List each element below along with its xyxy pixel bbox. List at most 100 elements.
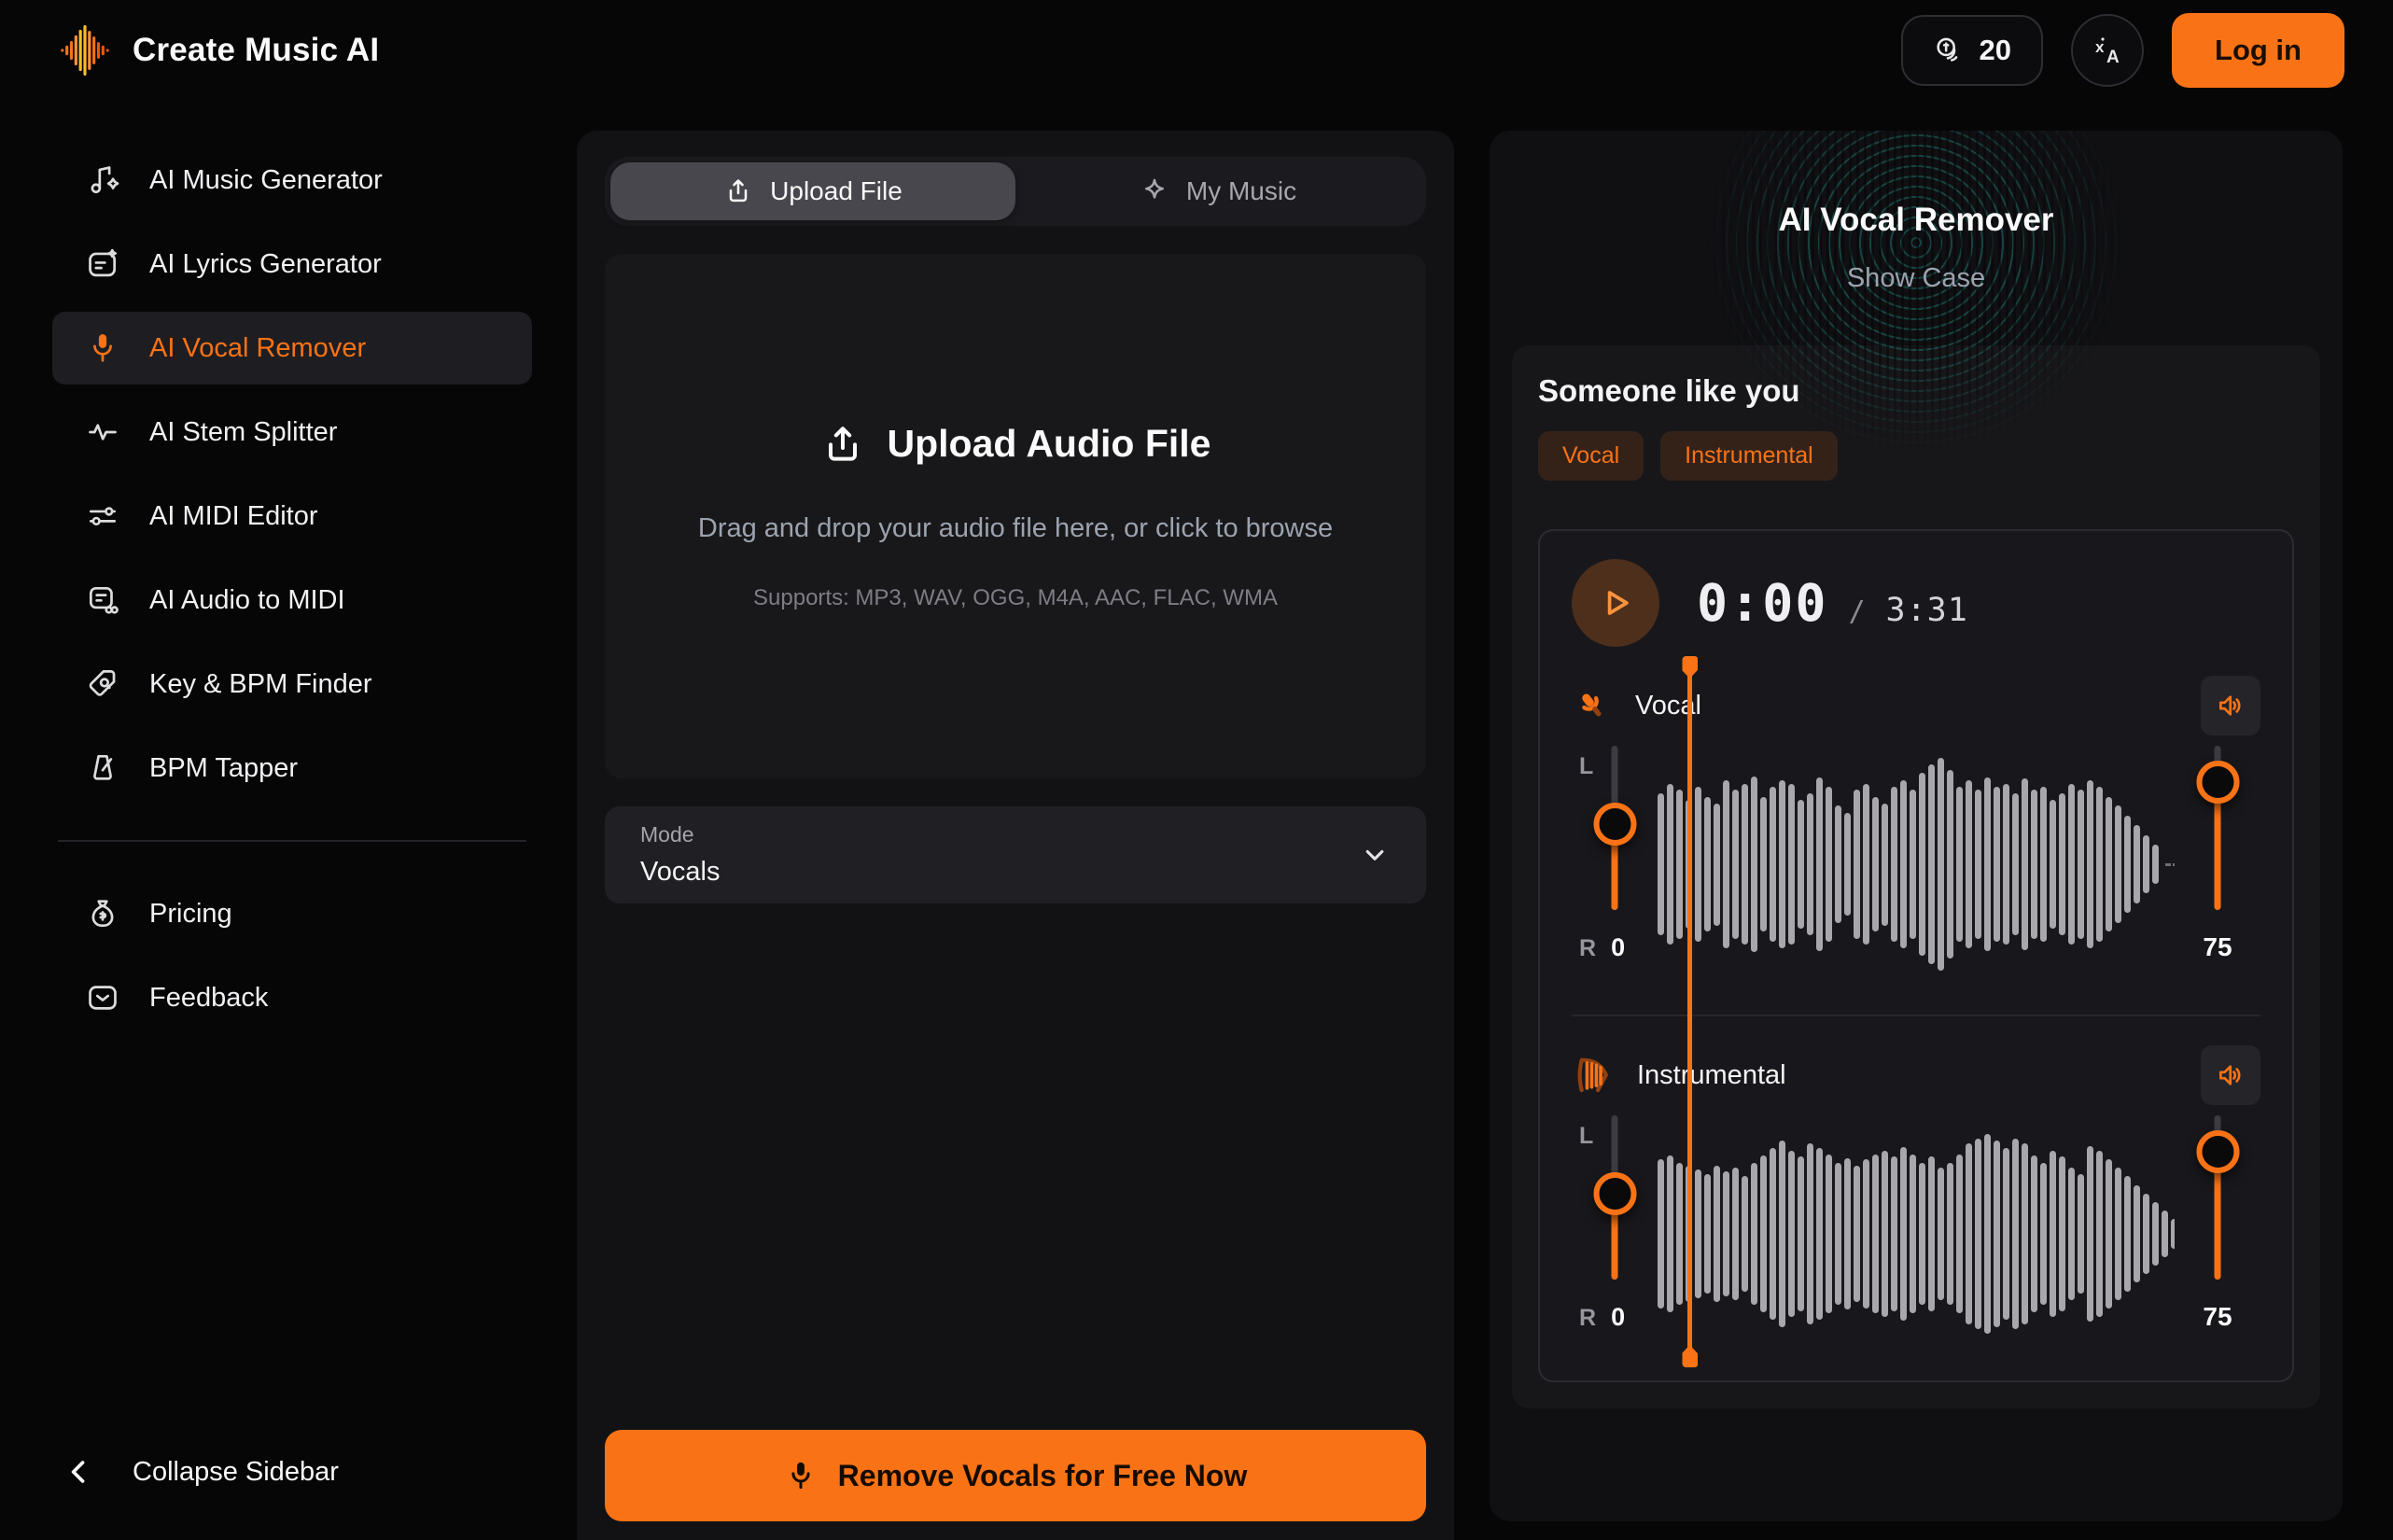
upload-audio-icon: [820, 422, 865, 467]
coins-icon: [1933, 35, 1965, 66]
login-button[interactable]: Log in: [2172, 13, 2344, 88]
vocal-volume-button[interactable]: [2201, 676, 2260, 735]
track-vocal-body: L R 0: [1572, 742, 2260, 987]
tab-upload-file[interactable]: Upload File: [610, 162, 1015, 220]
mode-texts: Mode Vocals: [640, 822, 720, 888]
sidebar-item-label: AI Music Generator: [149, 165, 383, 196]
sidebar-item-label: AI MIDI Editor: [149, 501, 318, 532]
microphone-icon: [84, 329, 121, 367]
total-duration: 3:31: [1886, 592, 1968, 629]
pulse-icon: [84, 413, 121, 451]
ripple-graphic: [1692, 131, 2140, 467]
money-bag-icon: [84, 895, 121, 932]
music-note-icon: [84, 161, 121, 199]
balance-left-label: L: [1579, 753, 1593, 780]
upload-panel: Upload File My Music Upload Audio File D…: [577, 131, 1454, 1540]
play-button[interactable]: [1572, 559, 1659, 647]
svg-text:A: A: [2106, 48, 2120, 67]
volume-slider-track[interactable]: [2215, 1115, 2221, 1280]
track-instrumental-body: L R 0: [1572, 1112, 2260, 1356]
sidebar-item-midi-editor[interactable]: AI MIDI Editor: [52, 480, 532, 553]
balance-left-label: L: [1579, 1123, 1593, 1150]
credits-pill[interactable]: 20: [1901, 15, 2043, 86]
instrumental-waveform: [1658, 1112, 2175, 1356]
balance-slider-track[interactable]: [1612, 1115, 1618, 1280]
track-vocal: Vocal L: [1572, 677, 2260, 987]
vocal-volume-slider[interactable]: 75: [2175, 742, 2260, 987]
lyrics-icon: [84, 245, 121, 283]
audio-to-midi-icon: [84, 581, 121, 619]
brand-name: Create Music AI: [133, 32, 379, 69]
sidebar-item-music-generator[interactable]: AI Music Generator: [52, 144, 532, 217]
volume-slider-knob[interactable]: [2196, 761, 2239, 804]
track-instrumental-label: Instrumental: [1637, 1060, 1786, 1091]
instrumental-volume-button[interactable]: [2201, 1045, 2260, 1105]
sidebar: AI Music Generator AI Lyrics Generator A…: [0, 131, 577, 1540]
playhead[interactable]: [1687, 658, 1692, 1365]
dropzone-title: Upload Audio File: [888, 422, 1211, 466]
tab-my-music[interactable]: My Music: [1015, 162, 1420, 220]
sidebar-item-vocal-remover[interactable]: AI Vocal Remover: [52, 312, 532, 385]
mode-label: Mode: [640, 822, 720, 847]
balance-value: 0: [1611, 1303, 1625, 1332]
track-divider: [1572, 1015, 2260, 1016]
remove-vocals-cta-button[interactable]: Remove Vocals for Free Now: [605, 1430, 1426, 1521]
mic-cta-icon: [784, 1459, 818, 1492]
sidebar-item-audio-to-midi[interactable]: AI Audio to MIDI: [52, 564, 532, 637]
volume-slider-knob[interactable]: [2196, 1130, 2239, 1173]
showcase-subtitle: Show Case: [1512, 263, 2320, 294]
vocal-balance-slider[interactable]: L R 0: [1572, 742, 1658, 987]
collapse-sidebar-button[interactable]: Collapse Sidebar: [52, 1456, 532, 1488]
instrumental-volume-value: 75: [2203, 1302, 2232, 1332]
instrumental-waveform-area[interactable]: [1658, 1112, 2175, 1356]
brand-waveform-icon: [58, 23, 112, 77]
speaker-icon: [2216, 1060, 2246, 1090]
vocal-volume-value: 75: [2203, 932, 2232, 962]
sidebar-item-stem-splitter[interactable]: AI Stem Splitter: [52, 396, 532, 469]
upload-icon: [723, 176, 753, 206]
collapse-sidebar-label: Collapse Sidebar: [133, 1457, 339, 1488]
mode-select[interactable]: Mode Vocals: [605, 806, 1426, 903]
balance-right-label: R: [1579, 1305, 1596, 1332]
sidebar-item-feedback[interactable]: Feedback: [52, 961, 532, 1034]
balance-slider-knob[interactable]: [1593, 803, 1636, 846]
instrumental-volume-slider[interactable]: 75: [2175, 1112, 2260, 1356]
sidebar-divider: [58, 840, 526, 842]
chevron-down-icon: [1359, 839, 1391, 871]
vocal-waveform-area[interactable]: [1658, 742, 2175, 987]
speaker-icon: [2216, 691, 2246, 721]
credits-count: 20: [1980, 34, 2011, 67]
balance-slider-track[interactable]: [1612, 746, 1618, 910]
track-instrumental: Instrumental L: [1572, 1046, 2260, 1356]
dropzone-supported-formats: Supports: MP3, WAV, OGG, M4A, AAC, FLAC,…: [753, 585, 1278, 611]
sidebar-item-bpm-tapper[interactable]: BPM Tapper: [52, 732, 532, 805]
song-card: Someone like you Vocal Instrumental: [1512, 345, 2320, 1408]
track-vocal-header: Vocal: [1572, 677, 2260, 735]
play-icon: [1595, 582, 1636, 623]
sidebar-item-label: AI Stem Splitter: [149, 417, 337, 448]
tag-vocal: Vocal: [1538, 431, 1644, 481]
sidebar-item-key-bpm-finder[interactable]: Key & BPM Finder: [52, 648, 532, 721]
sidebar-item-label: Key & BPM Finder: [149, 669, 372, 700]
main-layout: AI Music Generator AI Lyrics Generator A…: [0, 101, 2393, 1540]
upload-dropzone[interactable]: Upload Audio File Drag and drop your aud…: [605, 254, 1426, 778]
language-button[interactable]: x A: [2071, 14, 2144, 87]
sidebar-item-pricing[interactable]: Pricing: [52, 877, 532, 950]
mail-icon: [84, 979, 121, 1016]
brand[interactable]: Create Music AI: [58, 23, 379, 77]
volume-slider-track[interactable]: [2215, 746, 2221, 910]
mode-selected-value: Vocals: [640, 857, 720, 888]
showcase-panel: AI Vocal Remover Show Case Someone like …: [1490, 131, 2343, 1521]
balance-value-row: R 0: [1579, 933, 1625, 962]
topbar-actions: 20 x A Log in: [1901, 13, 2344, 88]
sidebar-item-lyrics-generator[interactable]: AI Lyrics Generator: [52, 228, 532, 301]
instrumental-balance-slider[interactable]: L R 0: [1572, 1112, 1658, 1356]
current-time: 0:00: [1697, 573, 1827, 633]
upload-tabbar: Upload File My Music: [605, 157, 1426, 226]
balance-slider-knob[interactable]: [1593, 1172, 1636, 1215]
player-card: 0:00 / 3:31: [1538, 529, 2294, 1382]
playhead-top-handle[interactable]: [1682, 656, 1698, 679]
balance-right-label: R: [1579, 935, 1596, 962]
sidebar-item-label: AI Vocal Remover: [149, 333, 366, 364]
topbar: Create Music AI 20 x A Log in: [0, 0, 2393, 101]
